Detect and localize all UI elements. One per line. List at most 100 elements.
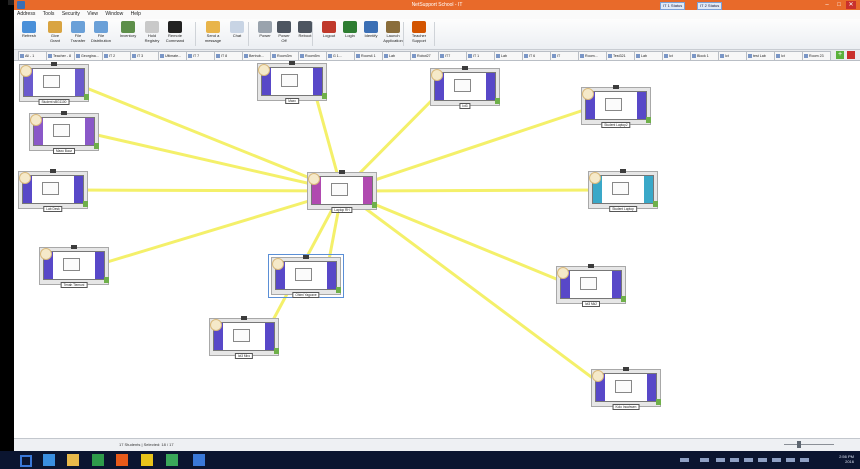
ribbon-label-secondary: Transfer (70, 38, 86, 43)
tab-group[interactable]: Ict (718, 51, 747, 61)
remote-command-button[interactable]: Remote Command (164, 21, 186, 47)
tab-group[interactable]: Room5m (298, 51, 327, 61)
student-thumbnail[interactable]: Maxo Buoz (29, 111, 99, 154)
tab-group[interactable]: test Lab (746, 51, 775, 61)
tab-close-button[interactable] (847, 51, 855, 59)
classroom-layout-canvas[interactable]: Student sBG1100 Maxx Ict3 Student Laptop2 Ma… (14, 61, 860, 438)
student-thumbnail[interactable]: Ohimi Yagozxe (268, 254, 344, 298)
netsupport-icon[interactable] (193, 454, 205, 466)
student-thumbnail[interactable]: Ict3 Mk2 (556, 264, 626, 307)
outlook-icon[interactable] (116, 454, 128, 466)
give-button[interactable]: Give Grant (44, 21, 66, 47)
menu-address[interactable]: Address (14, 10, 38, 17)
title-status-button-1[interactable]: IT 1 Status (660, 2, 686, 10)
student-thumbnail[interactable]: Maxx (257, 61, 327, 104)
tab-group[interactable]: IT 8 (214, 51, 243, 61)
student-thumbnail[interactable]: Laptop RH (307, 170, 377, 213)
student-thumbnail[interactable]: Kolo Incahwen (591, 367, 661, 410)
logout-button[interactable]: Logout (318, 21, 340, 47)
inventory-button[interactable]: Inventory (117, 21, 139, 47)
green-app-icon[interactable] (92, 454, 104, 466)
tab-group[interactable]: IT 3 (130, 51, 159, 61)
login-button[interactable]: Login (339, 21, 361, 47)
tray-icon[interactable] (800, 458, 809, 462)
tab-group[interactable]: Room 23 (802, 51, 831, 61)
student-thumbnail[interactable]: Student Laptop2 (581, 85, 651, 128)
tab-group[interactable]: Teacher - 8 (46, 51, 75, 61)
tab-group[interactable]: Bertrub... (242, 51, 271, 61)
vine-icon[interactable] (166, 454, 178, 466)
file-transfer-button[interactable]: File Transfer (67, 21, 89, 47)
menu-view[interactable]: View (84, 10, 101, 17)
tab-group[interactable]: Block 1 (690, 51, 719, 61)
pin-icon (51, 62, 57, 66)
message-button[interactable]: Send a message (202, 21, 224, 47)
ie-icon[interactable] (43, 454, 55, 466)
tab-group[interactable]: IT (550, 51, 579, 61)
tab-group[interactable]: G 1... (326, 51, 355, 61)
teacher-support-button[interactable]: Teacher Support (408, 21, 430, 47)
student-thumbnail[interactable]: Ict3 (430, 66, 500, 109)
student-name-label: Ict3 (459, 103, 471, 109)
group-icon (440, 54, 444, 59)
tab-group[interactable]: Room4 1 (354, 51, 383, 61)
tab-group[interactable]: IT 7 (186, 51, 215, 61)
tab-group[interactable]: Room3m (270, 51, 299, 61)
tab-group[interactable]: Ultimate... (158, 51, 187, 61)
student-thumbnail[interactable]: Student sBG1100 (19, 62, 89, 105)
tray-icon[interactable] (730, 458, 739, 462)
tab-group[interactable]: IT 1 (466, 51, 495, 61)
hold-button[interactable]: Hold Registry (141, 21, 163, 47)
tab-group[interactable]: Lab (382, 51, 411, 61)
tab-group[interactable]: All - 1 (18, 51, 47, 61)
student-screen-preview (213, 322, 275, 351)
netsupport-window: NetSupport School - IT IT 1 Status IT 2 … (14, 0, 860, 451)
tab-group[interactable]: Room... (578, 51, 607, 61)
student-thumbnail[interactable]: Student Laptop (588, 169, 658, 212)
tab-group[interactable]: Georgina... (74, 51, 103, 61)
title-status-button-2[interactable]: IT 2 Status (697, 2, 723, 10)
chat-button[interactable]: Chat (226, 21, 248, 47)
tray-icon[interactable] (700, 458, 709, 462)
file-distribution-button[interactable]: File Distribution (90, 21, 112, 47)
tab-group[interactable]: Lab (494, 51, 523, 61)
menu-window[interactable]: Window (102, 10, 126, 17)
tab-group[interactable]: Ict (774, 51, 803, 61)
connection-lines (71, 80, 608, 390)
tab-group[interactable]: Lab (634, 51, 663, 61)
tab-group[interactable]: Test321 (606, 51, 635, 61)
tab-group[interactable]: Ict (662, 51, 691, 61)
refresh-button[interactable]: Refresh (18, 21, 40, 47)
ribbon-label: Chat (232, 33, 242, 38)
close-button[interactable]: ✕ (846, 1, 856, 9)
zoom-slider-thumb[interactable] (797, 441, 801, 448)
taskbar-clock[interactable]: 2:56 PM 2016 (839, 454, 854, 464)
tray-icon[interactable] (786, 458, 795, 462)
tab-group[interactable]: Robot27 (410, 51, 439, 61)
start-icon[interactable] (20, 455, 32, 467)
launch-button[interactable]: Launch Application (382, 21, 404, 47)
minimize-button[interactable]: – (822, 1, 832, 9)
maximize-button[interactable]: □ (834, 1, 844, 9)
menu-security[interactable]: Security (59, 10, 83, 17)
tab-label: Lab (389, 54, 395, 58)
tray-icon[interactable] (758, 458, 767, 462)
tab-group[interactable]: IT 6 (522, 51, 551, 61)
tab-group[interactable]: IT7 (438, 51, 467, 61)
tray-icon[interactable] (680, 458, 689, 462)
student-thumbnail[interactable]: Lab Desk (18, 169, 88, 212)
chrome-icon[interactable] (141, 454, 153, 466)
identify-button[interactable]: Identify (360, 21, 382, 47)
explorer-icon[interactable] (67, 454, 79, 466)
tray-icon[interactable] (716, 458, 725, 462)
menu-help[interactable]: Help (128, 10, 144, 17)
zoom-slider[interactable] (784, 444, 834, 445)
power-off-button[interactable]: Power Off (273, 21, 295, 47)
student-thumbnail[interactable]: Ict3 Miro (209, 316, 279, 359)
tray-icon[interactable] (744, 458, 753, 462)
tray-icon[interactable] (772, 458, 781, 462)
tab-group[interactable]: IT 2 (102, 51, 131, 61)
menu-tools[interactable]: Tools (40, 10, 58, 17)
student-thumbnail[interactable]: Tenah Tiemuni (39, 245, 109, 288)
add-tab-button[interactable]: + (836, 51, 844, 59)
